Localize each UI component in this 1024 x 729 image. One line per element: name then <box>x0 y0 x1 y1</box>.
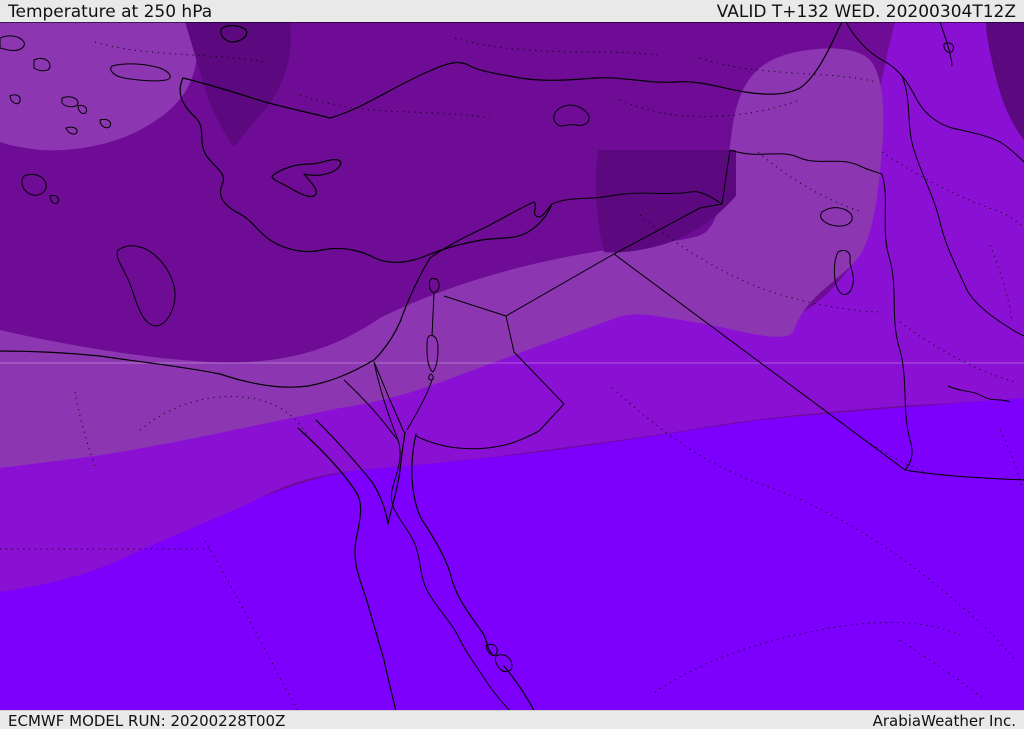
map-frame-top <box>0 22 1024 23</box>
attribution-label: ArabiaWeather Inc. <box>872 712 1016 729</box>
valid-time-label: VALID T+132 WED. 20200304T12Z <box>716 2 1016 22</box>
footer-bar: ECMWF MODEL RUN: 20200228T00Z ArabiaWeat… <box>0 710 1024 729</box>
header-bar: Temperature at 250 hPa VALID T+132 WED. … <box>0 0 1024 22</box>
map-title: Temperature at 250 hPa <box>8 2 213 22</box>
map-canvas <box>0 22 1024 711</box>
weather-map-window: Temperature at 250 hPa VALID T+132 WED. … <box>0 0 1024 729</box>
model-run-label: ECMWF MODEL RUN: 20200228T00Z <box>8 712 286 729</box>
